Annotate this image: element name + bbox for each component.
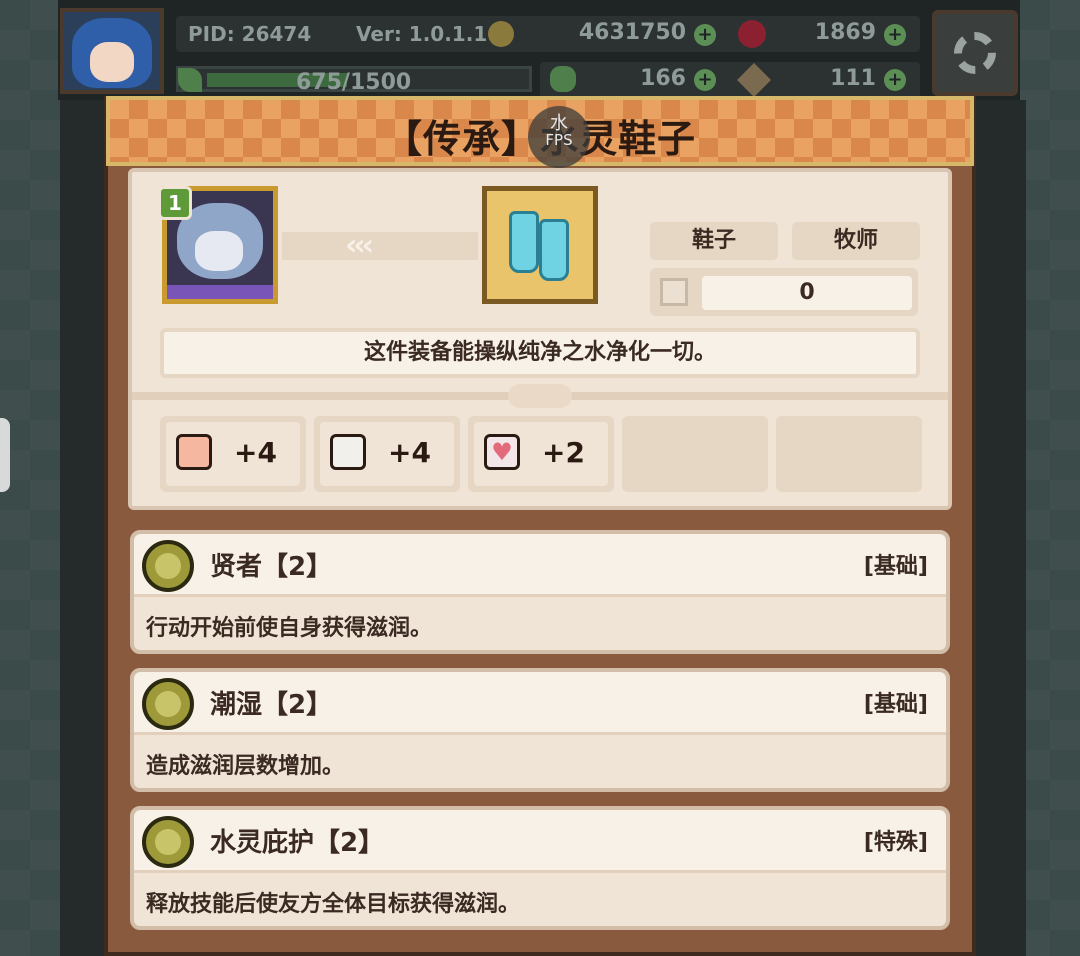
boots-item-icon[interactable] <box>482 186 598 304</box>
gear-icon <box>954 32 996 74</box>
boot-right-shape <box>539 219 569 281</box>
skill-coin-icon <box>142 678 194 730</box>
side-tab[interactable] <box>0 418 10 492</box>
stat-magic-value: +4 <box>388 436 431 469</box>
skill-coin-icon <box>142 540 194 592</box>
skill-card: 潮湿【2】 [基础] 造成滋润层数增加。 <box>130 668 950 792</box>
count-value: 0 <box>702 276 912 310</box>
book-icon <box>330 434 366 470</box>
skill-name: 水灵庇护【2】 <box>210 828 385 858</box>
skill-card: 贤者【2】 [基础] 行动开始前使自身获得滋润。 <box>130 530 950 654</box>
stat-slot: ♥ +2 <box>468 416 614 492</box>
transfer-arrows: ‹‹‹ <box>345 228 374 263</box>
stat-slot: +4 <box>160 416 306 492</box>
gold-coin-icon <box>488 21 514 47</box>
stat-slot: +4 <box>314 416 460 492</box>
fps-value: 水 <box>550 113 568 134</box>
skill-description: 释放技能后使友方全体目标获得滋润。 <box>146 892 521 917</box>
item-description: 这件装备能操纵纯净之水净化一切。 <box>160 328 920 378</box>
clover-plus-icon[interactable]: + <box>694 69 716 91</box>
pickaxe-plus-icon[interactable]: + <box>884 69 906 91</box>
skill-name: 贤者【2】 <box>210 552 333 582</box>
pickaxe-amount: 111 <box>830 66 876 91</box>
hero-face <box>195 231 243 271</box>
clover-icon <box>550 66 576 92</box>
hero-level-badge: 1 <box>158 186 192 220</box>
fps-label: FPS <box>545 131 573 149</box>
clover-amount: 166 <box>640 66 686 91</box>
skill-description: 行动开始前使自身获得滋润。 <box>146 616 433 641</box>
player-avatar[interactable] <box>60 8 164 94</box>
skill-name: 潮湿【2】 <box>210 690 333 720</box>
gold-amount: 4631750 <box>578 20 686 45</box>
energy-leaf-icon <box>178 68 202 92</box>
fist-icon <box>176 434 212 470</box>
skill-type: [基础] <box>863 692 928 717</box>
stat-attack-value: +4 <box>234 436 277 469</box>
energy-value: 675/1500 <box>296 70 412 95</box>
version-label: Ver: 1.0.1.1 <box>356 22 488 46</box>
gem-icon <box>738 20 766 48</box>
inventory-icon <box>660 278 688 306</box>
tag-slot: 鞋子 <box>650 222 778 260</box>
avatar-face <box>90 42 134 82</box>
stat-health-value: +2 <box>542 436 585 469</box>
background-right-column <box>970 100 1026 956</box>
tag-class: 牧师 <box>792 222 920 260</box>
gem-amount: 1869 <box>814 20 876 45</box>
skill-card: 水灵庇护【2】 [特殊] 释放技能后使友方全体目标获得滋润。 <box>130 806 950 930</box>
gem-plus-icon[interactable]: + <box>884 24 906 46</box>
background-left-column <box>60 100 110 956</box>
skill-description: 造成滋润层数增加。 <box>146 754 345 779</box>
settings-button[interactable] <box>932 10 1018 96</box>
divider-ornament <box>508 384 572 408</box>
hero-rarity-bar <box>167 285 273 299</box>
stat-slot-empty <box>622 416 768 492</box>
gold-plus-icon[interactable]: + <box>694 24 716 46</box>
skill-coin-icon <box>142 816 194 868</box>
fps-overlay: 水 FPS <box>528 106 590 168</box>
transfer-arrow-band <box>282 232 478 260</box>
skill-type: [特殊] <box>863 830 928 855</box>
heart-icon: ♥ <box>484 434 520 470</box>
boot-left-shape <box>509 211 539 273</box>
stat-slot-empty <box>776 416 922 492</box>
pid-label: PID: 26474 <box>188 22 312 46</box>
skill-type: [基础] <box>863 554 928 579</box>
